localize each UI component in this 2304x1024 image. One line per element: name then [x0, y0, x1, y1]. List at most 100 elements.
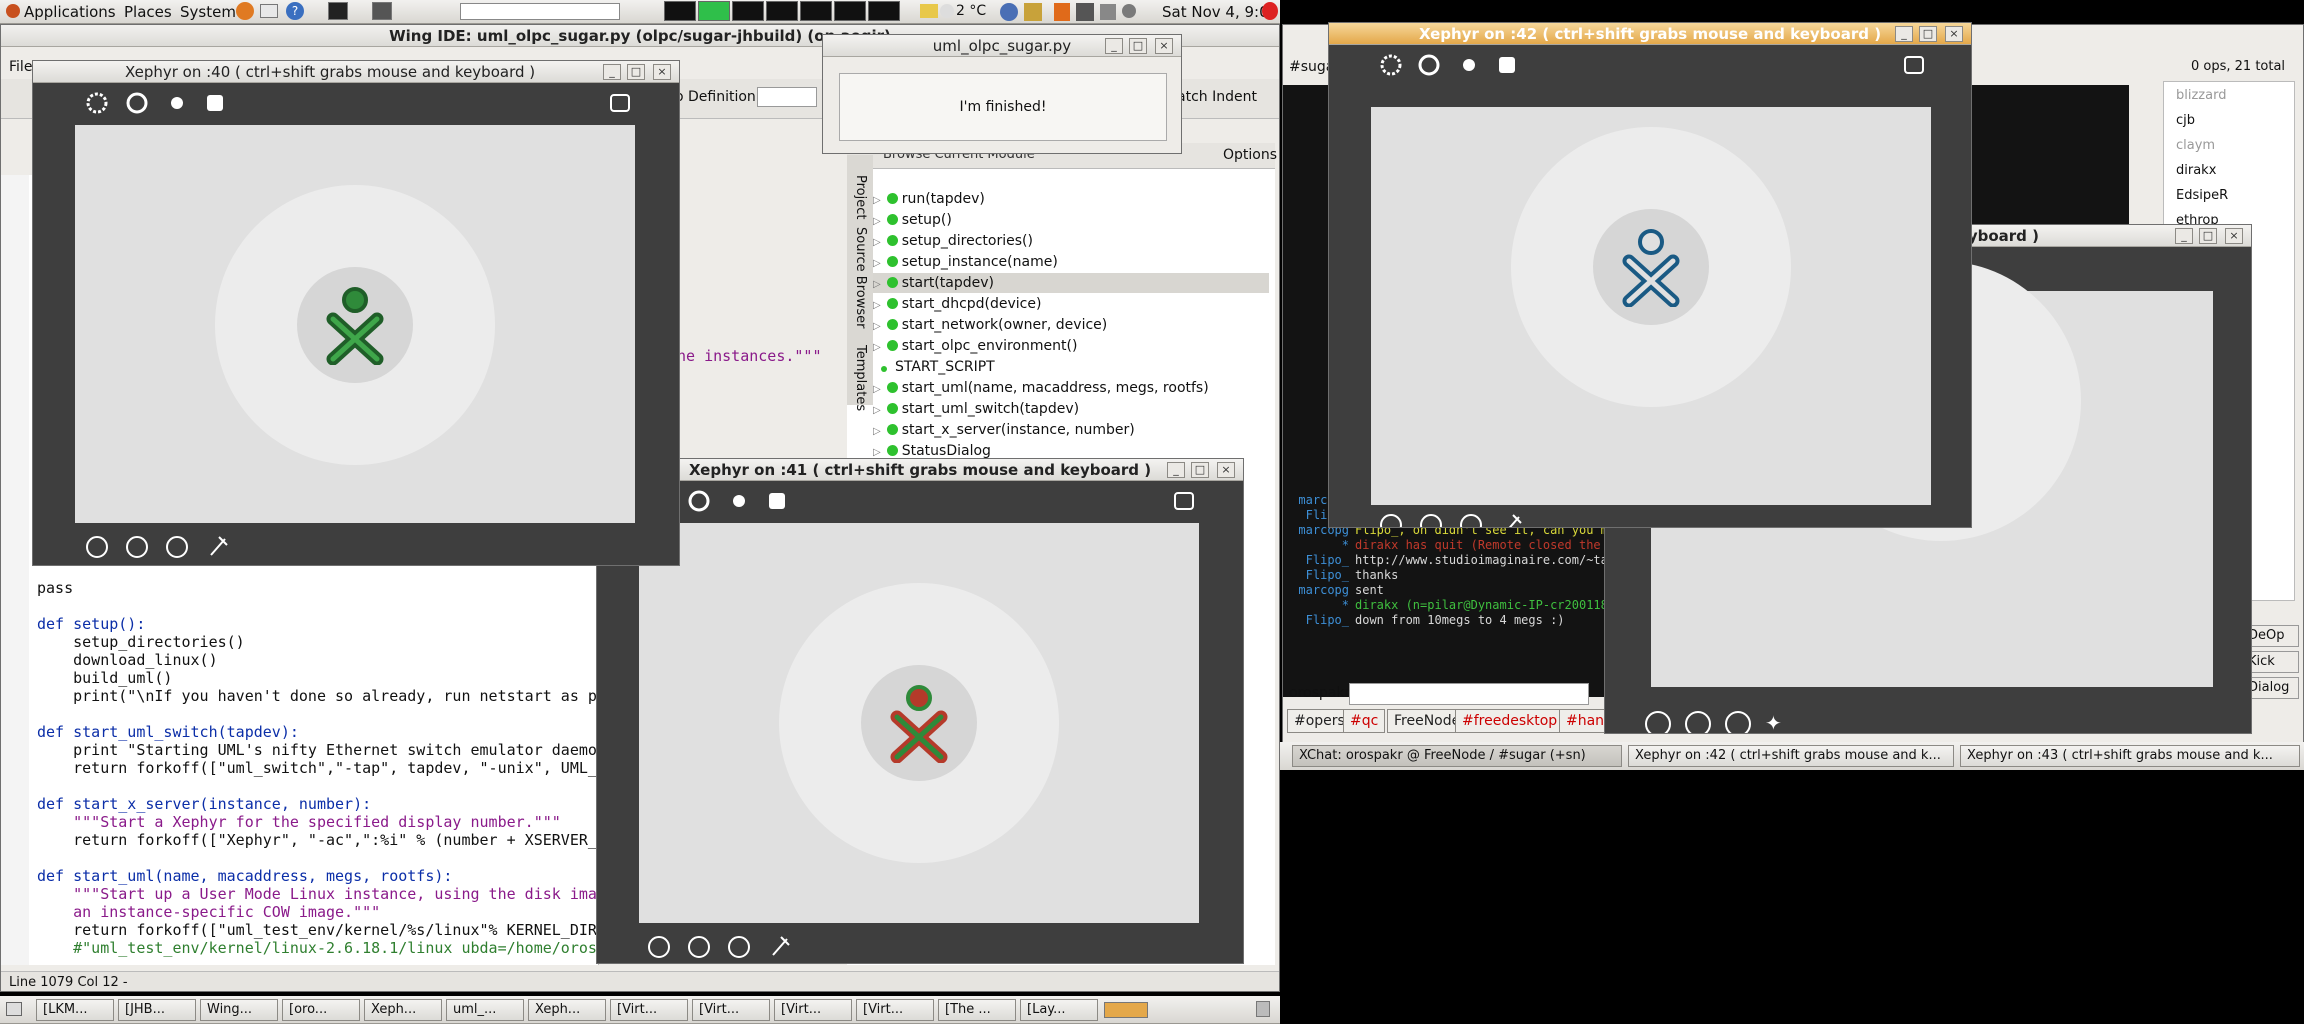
taskbar-button[interactable]: [Virt... — [610, 999, 688, 1021]
menu-file[interactable]: File — [9, 59, 32, 75]
taskbar-button[interactable]: [Virt... — [856, 999, 934, 1021]
xephyr-42-screen[interactable] — [1329, 45, 1971, 527]
workspace-6[interactable] — [834, 1, 866, 21]
tree-item[interactable]: ▷ start_x_server(instance, number) — [873, 420, 1269, 440]
tree-item[interactable]: START_SCRIPT — [873, 357, 1269, 377]
xephyr-43-close-button[interactable]: × — [2225, 228, 2243, 244]
expander-icon[interactable]: ▷ — [873, 405, 881, 416]
taskbar-button[interactable]: [Virt... — [774, 999, 852, 1021]
system-menu[interactable]: System — [180, 3, 236, 21]
mail-icon[interactable] — [260, 4, 278, 18]
taskbar-button[interactable]: [The ... — [938, 999, 1016, 1021]
xephyr-41-max-button[interactable]: □ — [1191, 462, 1209, 478]
dialog-min-button[interactable]: _ — [1105, 38, 1123, 54]
web-icon[interactable] — [1725, 711, 1751, 733]
expander-icon[interactable]: ▷ — [873, 384, 881, 395]
expander-icon[interactable]: ▷ — [873, 447, 881, 458]
workspace-1[interactable] — [664, 1, 696, 21]
taskbar-button[interactable]: Xeph... — [364, 999, 442, 1021]
tab-templates[interactable]: Templates — [853, 345, 868, 411]
nick-entry[interactable]: dirakx — [2176, 163, 2216, 178]
trash-icon[interactable] — [1256, 1001, 1270, 1017]
chat-icon[interactable] — [1645, 711, 1671, 733]
xephyr-43-min-button[interactable]: _ — [2175, 228, 2193, 244]
tab-source-browser[interactable]: Source Browser — [853, 227, 868, 328]
tree-item[interactable]: ▷ start_uml(name, macaddress, megs, rootf… — [873, 378, 1269, 398]
dialog-max-button[interactable]: □ — [1129, 38, 1147, 54]
workspace-2[interactable] — [698, 1, 730, 21]
places-menu[interactable]: Places — [124, 3, 172, 21]
expander-icon[interactable]: ▷ — [873, 279, 881, 290]
run-field[interactable] — [460, 3, 620, 20]
nick-entry[interactable]: cjb — [2176, 113, 2195, 128]
expander-icon[interactable]: ▷ — [873, 258, 881, 269]
xephyr-42-close-button[interactable]: × — [1945, 26, 1963, 42]
tree-item[interactable]: ▷ start_network(owner, device) — [873, 315, 1269, 335]
xo-icon[interactable] — [889, 683, 949, 763]
foot-icon[interactable] — [6, 4, 20, 18]
expander-icon[interactable]: ▷ — [873, 321, 881, 332]
xo-icon[interactable] — [325, 285, 385, 365]
options-button[interactable]: Options — [1223, 147, 1277, 163]
goto-definition-field[interactable] — [757, 87, 817, 107]
write-icon[interactable] — [1685, 711, 1711, 733]
dialog-titlebar[interactable]: uml_olpc_sugar.py _ □ × — [823, 35, 1181, 57]
task-xephyr-42[interactable]: Xephyr on :42 ( ctrl+shift grabs mouse a… — [1628, 745, 1954, 767]
firefox-icon[interactable] — [236, 2, 254, 20]
channel-tab[interactable]: #freedesktop — [1455, 709, 1565, 733]
taskbar-button[interactable]: [JHB... — [118, 999, 196, 1021]
terminal-icon[interactable] — [328, 2, 348, 20]
expander-icon[interactable]: ▷ — [873, 342, 881, 353]
tree-item[interactable]: ▷ start(tapdev) — [873, 273, 1269, 293]
workspace-3[interactable] — [732, 1, 764, 21]
power-icon[interactable] — [1262, 2, 1278, 20]
show-desktop-icon[interactable] — [6, 1002, 22, 1016]
tree-item[interactable]: ▷ start_olpc_environment() — [873, 336, 1269, 356]
taskbar-button[interactable]: [Lay... — [1020, 999, 1098, 1021]
expander-icon[interactable]: ▷ — [873, 426, 881, 437]
expander-icon[interactable]: ▷ — [873, 237, 881, 248]
xephyr-43-max-button[interactable]: □ — [2199, 228, 2217, 244]
tree-item[interactable]: ▷ setup_instance(name) — [873, 252, 1269, 272]
xephyr-42-max-button[interactable]: □ — [1919, 26, 1937, 42]
paint-icon[interactable]: ✦ — [1765, 711, 1791, 733]
expander-icon[interactable]: ▷ — [873, 300, 881, 311]
workspace-5[interactable] — [800, 1, 832, 21]
taskbar-button[interactable]: [Virt... — [692, 999, 770, 1021]
xephyr-41-titlebar[interactable]: Xephyr on :41 ( ctrl+shift grabs mouse a… — [597, 459, 1243, 481]
xephyr-40-min-button[interactable]: _ — [603, 64, 621, 80]
tree-item[interactable]: ▷ start_uml_switch(tapdev) — [873, 399, 1269, 419]
workspace-7[interactable] — [868, 1, 900, 21]
batch-indent-button[interactable]: atch Indent — [1177, 89, 1257, 105]
xephyr-40-screen[interactable] — [33, 83, 679, 565]
xephyr-40-titlebar[interactable]: Xephyr on :40 ( ctrl+shift grabs mouse a… — [33, 61, 679, 83]
expander-icon[interactable]: ▷ — [873, 216, 881, 227]
goto-definition-label[interactable]: o Definition — [675, 89, 756, 105]
xephyr-42-titlebar[interactable]: Xephyr on :42 ( ctrl+shift grabs mouse a… — [1329, 23, 1971, 45]
volume-icon[interactable] — [1100, 4, 1116, 20]
taskbar-button[interactable]: Xeph... — [528, 999, 606, 1021]
nick-entry[interactable]: blizzard — [2176, 88, 2226, 103]
xephyr-41-screen[interactable] — [597, 481, 1243, 963]
nick-entry[interactable]: EdsipeR — [2176, 188, 2228, 203]
taskbar-button[interactable]: [LKM... — [36, 999, 114, 1021]
taskbar-button[interactable]: Wing... — [200, 999, 278, 1021]
tab-project[interactable]: Project — [853, 175, 868, 219]
applications-menu[interactable]: Applications — [24, 3, 116, 21]
workspace-4[interactable] — [766, 1, 798, 21]
taskbar-button[interactable]: uml_... — [446, 999, 524, 1021]
help-icon[interactable]: ? — [286, 2, 304, 20]
nick-label[interactable]: orospakr — [1289, 685, 1350, 701]
xo-icon[interactable] — [1621, 227, 1681, 307]
xephyr-42-min-button[interactable]: _ — [1895, 26, 1913, 42]
xephyr-40-close-button[interactable]: × — [653, 64, 671, 80]
task-xephyr-43[interactable]: Xephyr on :43 ( ctrl+shift grabs mouse a… — [1960, 745, 2300, 767]
xephyr-40-max-button[interactable]: □ — [627, 64, 645, 80]
xephyr-41-close-button[interactable]: × — [1217, 462, 1235, 478]
taskbar-button[interactable]: [oro... — [282, 999, 360, 1021]
workspace-switcher[interactable] — [1104, 1002, 1148, 1018]
chat-input[interactable] — [1349, 683, 1589, 705]
app-icon[interactable] — [372, 2, 392, 20]
tree-item[interactable]: ▷ setup() — [873, 210, 1269, 230]
tree-item[interactable]: ▷ run(tapdev) — [873, 189, 1269, 209]
